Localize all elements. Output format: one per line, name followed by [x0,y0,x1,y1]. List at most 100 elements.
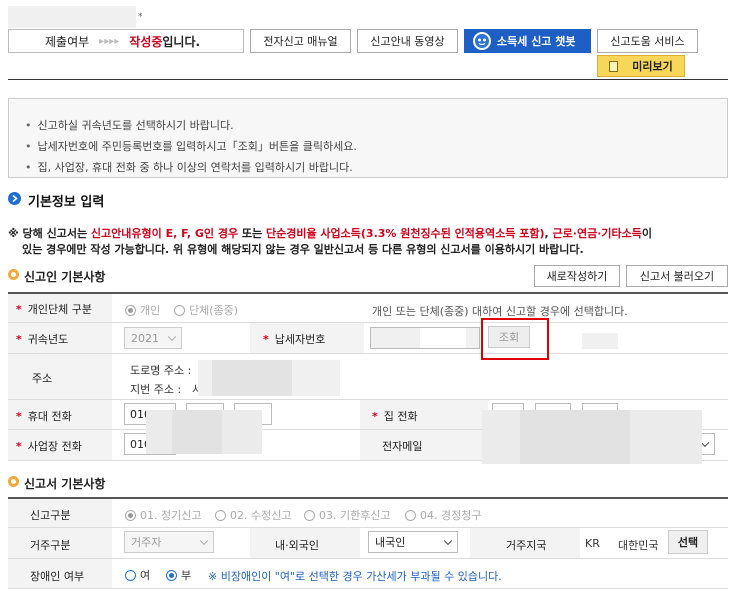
radio-icon [125,570,136,581]
home-phone-label-text: 집 전화 [383,410,418,423]
redacted-address [212,360,292,396]
mobile-label-text: 휴대 전화 [27,410,72,423]
submit-status-box: 제출여부 ▸▸▸▸ 작성중 입니다. [8,29,244,53]
filer-table-top-line [8,292,728,294]
manual-button[interactable]: 전자신고 매뉴얼 [250,29,351,53]
kind-0: 01. 정기신고 [140,509,202,522]
warning-suffix: 이 [641,227,652,240]
video-button-label: 신고안내 동영상 [370,35,445,48]
lot-address-label: 지번 주소 : [130,383,182,396]
warning-mid-1: 또는 [238,227,266,240]
preview-button[interactable]: 미리보기 [597,55,685,77]
row-divider [8,558,728,559]
help-service-button[interactable]: 신고도움 서비스 [597,29,698,53]
warning-red-2: 단순경비율 사업소득(3.3% 원천징수된 인적용역소득 포함) [265,227,545,240]
filer-section-icon [8,269,19,280]
radio-icon [125,510,136,521]
taxno-label: * 납세자번호 [263,333,326,346]
top-divider [8,79,728,80]
new-write-button[interactable]: 새로작성하기 [534,265,620,287]
report-table-top-line [8,497,728,499]
row-divider [8,322,728,323]
preview-icon [609,60,619,72]
chatbot-button-label: 소득세 신고 챗봇 [497,35,576,48]
kind-radio-regular[interactable]: 01. 정기신고 [125,507,201,523]
warning-line-1: ※ 당해 신고서는 신고안내유형이 E, F, G인 경우 또는 단순경비율 사… [8,226,730,242]
region-label: 거주지국 [506,539,547,552]
nationality-select[interactable]: 내국인 [368,531,458,553]
disabled-radio-no[interactable]: 부 [166,567,191,583]
status-arrows: ▸▸▸▸ [99,35,120,47]
report-section-title: 신고서 기본사항 [24,477,106,491]
nationality-label: 내·외국인 [275,539,319,552]
disabled-yes-text: 여 [140,569,151,582]
address-label: 주소 [32,372,53,385]
load-report-button[interactable]: 신고서 불러오기 [626,265,728,287]
region-select-button[interactable]: 선택 [668,530,708,554]
notice-item: 집, 사업장, 휴대 전화 중 하나 이상의 연락처를 입력하시기 바랍니다. [25,159,727,175]
taxno-label-text: 납세자번호 [274,333,326,346]
year-select-value: 2021 [131,331,159,345]
top-star: * [138,12,143,22]
warning-prefix: ※ 당해 신고서는 [8,227,91,240]
region-select-button-label: 선택 [677,536,699,549]
disabled-radio-yes[interactable]: 여 [125,567,150,583]
lookup-button-label: 조회 [498,331,520,344]
filer-section-title: 신고인 기본사항 [24,270,106,284]
resident-select-value: 거주자 [131,536,162,549]
radio-icon [166,570,177,581]
notice-box: 신고하실 귀속년도를 선택하시기 바랍니다. 납세자번호에 주민등록번호를 입력… [8,98,728,178]
chevron-down-icon [167,332,177,342]
type-label: * 개인단체 구분 [16,303,92,316]
road-address-label: 도로명 주소 : [130,364,192,377]
basic-info-title: 기본정보 입력 [28,195,105,210]
redacted-taxno [420,328,466,348]
load-report-button-label: 신고서 불러오기 [639,270,715,283]
disabled-no-text: 부 [181,569,192,582]
kind-2: 03. 기한후신고 [319,509,391,522]
lookup-button[interactable]: 조회 [488,326,530,348]
nationality-select-value: 내국인 [375,536,406,549]
type-note: 개인 또는 단체(종중) 대하여 신고할 경우에 선택합니다. [372,305,628,318]
redacted-email [520,410,630,464]
row-divider [8,588,728,589]
basic-warning: ※ 당해 신고서는 신고안내유형이 E, F, G인 경우 또는 단순경비율 사… [8,226,730,258]
kind-1: 02. 수정신고 [230,509,292,522]
radio-icon [405,510,416,521]
type-radio-individual[interactable]: 개인 [125,302,160,318]
chevron-down-icon [199,536,209,546]
kind-3: 04. 경정청구 [420,509,482,522]
redacted-taxno-extra [582,333,618,349]
notice-item: 신고하실 귀속년도를 선택하시기 바랍니다. [25,117,727,133]
kind-label: 신고구분 [30,509,71,522]
type-label-text: 개인단체 구분 [27,303,92,316]
preview-button-label: 미리보기 [632,60,673,73]
redacted-phones [172,410,222,454]
radio-icon [304,510,315,521]
year-label: * 귀속년도 [16,333,69,346]
disabled-label: 장애인 여부 [30,570,85,583]
kind-radio-amend[interactable]: 02. 수정신고 [215,507,291,523]
email-label: 전자메일 [382,440,423,453]
chevron-down-icon [700,438,710,448]
chatbot-button[interactable]: 소득세 신고 챗봇 [464,29,591,53]
chevron-down-icon [443,536,453,546]
video-button[interactable]: 신고안내 동영상 [357,29,458,53]
row-divider [8,353,728,354]
notice-item: 납세자번호에 주민등록번호를 입력하시고「조회」버튼을 클릭하세요. [25,138,727,154]
kind-radio-late[interactable]: 03. 기한후신고 [304,507,391,523]
manual-button-label: 전자신고 매뉴얼 [263,35,338,48]
type-radio-group[interactable]: 단체(종중) [174,302,238,318]
year-label-text: 귀속년도 [27,333,69,346]
report-section-icon [8,476,19,487]
label-cell [8,294,112,460]
year-select[interactable]: 2021 [124,327,182,349]
resident-select[interactable]: 거주자 [124,531,214,553]
radio-icon [174,305,185,316]
warning-red-3: 근로·연금·기타소득 [552,227,642,240]
submit-status-value: 작성중 [129,34,163,49]
home-phone-label: * 집 전화 [372,410,418,423]
kind-radio-correction[interactable]: 04. 경정청구 [405,507,481,523]
chatbot-icon [473,32,491,50]
row-divider [8,527,728,528]
